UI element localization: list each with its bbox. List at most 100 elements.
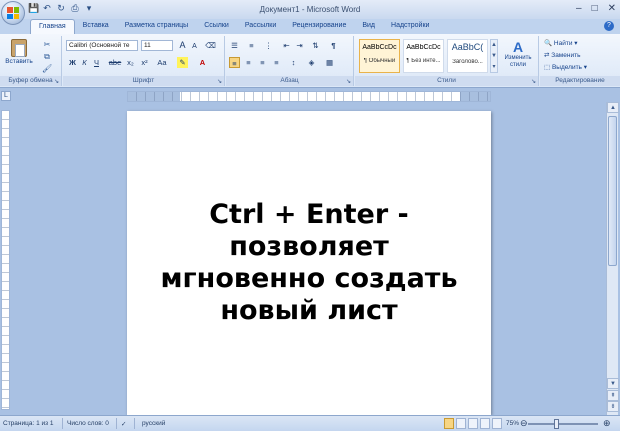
increase-indent-icon[interactable]: ⇥ [294,40,305,51]
office-button[interactable] [1,1,25,25]
minimize-button[interactable]: – [576,3,582,14]
replace-button[interactable]: ⇄ Заменить [544,51,580,59]
change-case-button[interactable]: Aa [155,57,169,68]
horizontal-ruler[interactable] [127,91,491,102]
paragraph-group: ☰ ≡ ⋮ ⇤ ⇥ ⇅ ¶ ≡ ≡ ≡ ≡ ↕ ◈ ▦ Абзац ↘ [226,36,354,86]
tab-insert[interactable]: Вставка [75,19,117,34]
paste-button[interactable]: Вставить [4,38,34,74]
change-styles-label: Изменить [504,55,532,61]
style-name: Заголово... [452,59,483,65]
tab-review[interactable]: Рецензирование [284,19,354,34]
justify-icon[interactable]: ≡ [271,57,282,68]
font-name-select[interactable]: Calibri (Основной те [66,40,138,51]
page-count[interactable]: Страница: 1 из 1 [3,420,54,427]
font-size-select[interactable]: 11 [141,40,173,51]
clear-formatting-icon[interactable]: ⌫ [205,40,216,51]
copy-icon[interactable]: ⧉ [42,52,52,61]
styles-group-label: Стили [355,76,538,86]
ribbon: Вставить ✂ ⧉ 🖌 Буфер обмена ↘ Calibri (О… [0,34,620,88]
align-left-icon[interactable]: ≡ [229,57,240,68]
cut-icon[interactable]: ✂ [42,40,52,49]
decrease-indent-icon[interactable]: ⇤ [281,40,292,51]
style-normal[interactable]: AaBbCcDc ¶ Обычный [359,39,400,73]
text-line: мгновенно создать [160,263,458,294]
zoom-in-icon[interactable]: ⊕ [603,418,611,429]
scroll-thumb[interactable] [608,116,617,266]
shrink-font-button[interactable]: A [189,41,200,52]
numbering-icon[interactable]: ≡ [246,40,257,51]
underline-button[interactable]: Ч [91,57,102,68]
align-right-icon[interactable]: ≡ [257,57,268,68]
multilevel-list-icon[interactable]: ⋮ [263,40,274,51]
vertical-ruler[interactable] [1,110,10,410]
italic-button[interactable]: К [79,57,90,68]
tab-mailings[interactable]: Рассылки [237,19,284,34]
tab-page-layout[interactable]: Разметка страницы [117,19,197,34]
change-styles-icon: A [512,39,524,55]
style-sample: AaBbCcDc [406,44,441,51]
find-button[interactable]: 🔍 Найти ▾ [544,39,578,47]
zoom-slider[interactable] [528,423,598,425]
previous-page-icon[interactable]: ⇞ [607,390,619,401]
maximize-button[interactable]: □ [592,3,598,14]
scroll-up-icon[interactable]: ▲ [607,102,619,113]
help-icon[interactable]: ? [604,21,614,31]
clipboard-group-label: Буфер обмена [0,76,61,86]
line-spacing-icon[interactable]: ↕ [288,57,299,68]
change-styles-button[interactable]: A Изменить стили [501,38,535,76]
style-no-spacing[interactable]: AaBbCcDc ¶ Без инте... [403,39,444,73]
clipboard-icon [11,39,27,57]
print-layout-view-icon[interactable] [444,418,454,429]
grow-font-button[interactable]: A [177,40,188,51]
draft-view-icon[interactable] [492,418,502,429]
tab-references[interactable]: Ссылки [196,19,237,34]
styles-launcher-icon[interactable]: ↘ [531,78,536,85]
tab-view[interactable]: Вид [354,19,383,34]
font-launcher-icon[interactable]: ↘ [217,78,222,85]
binoculars-icon: 🔍 [544,40,554,47]
outline-view-icon[interactable] [480,418,490,429]
document-page[interactable]: Ctrl + Enter - позволяет мгновенно созда… [127,111,491,415]
full-screen-reading-view-icon[interactable] [456,418,466,429]
borders-icon[interactable]: ▦ [324,57,335,68]
font-group: Calibri (Основной те 11 A A ⌫ Ж К Ч abe … [63,36,225,86]
paragraph-launcher-icon[interactable]: ↘ [346,78,351,85]
subscript-button[interactable]: x₂ [125,57,136,68]
ribbon-tabs: Главная Вставка Разметка страницы Ссылки… [0,19,620,34]
format-painter-icon[interactable]: 🖌 [42,64,52,73]
zoom-level[interactable]: 75% [506,420,519,427]
clipboard-launcher-icon[interactable]: ↘ [54,78,59,85]
select-button[interactable]: ⬚ Выделить ▾ [544,63,587,71]
style-sample: AaBbCcDc [362,44,397,51]
bullets-icon[interactable]: ☰ [229,40,240,51]
close-button[interactable]: ✕ [608,3,616,14]
shading-icon[interactable]: ◈ [306,57,317,68]
show-marks-button[interactable]: ¶ [328,40,339,51]
scroll-down-icon[interactable]: ▼ [607,378,619,389]
web-layout-view-icon[interactable] [468,418,478,429]
zoom-slider-handle[interactable] [554,419,559,429]
superscript-button[interactable]: x² [139,57,150,68]
strikethrough-button[interactable]: abe [107,57,123,68]
tab-addins[interactable]: Надстройки [383,19,437,34]
word-count[interactable]: Число слов: 0 [67,420,109,427]
styles-scroll[interactable]: ▲ ▼ ▾ [490,39,498,73]
bold-button[interactable]: Ж [67,57,78,68]
language-indicator[interactable]: русский [142,420,165,427]
font-color-icon[interactable]: A [197,57,208,68]
zoom-out-icon[interactable]: ⊖ [520,418,528,429]
spelling-icon[interactable]: ✓ [121,420,126,428]
tab-home[interactable]: Главная [30,19,75,34]
replace-label: Заменить [551,52,581,59]
ruler-toggle-icon[interactable]: L [1,91,11,101]
style-heading[interactable]: AaBbC( Заголово... [447,39,488,73]
clipboard-group: Вставить ✂ ⧉ 🖌 Буфер обмена ↘ [0,36,62,86]
highlight-icon[interactable]: ✎ [177,57,188,68]
vertical-scrollbar[interactable]: ▲ ▼ ⇞ ⇟ [606,102,619,415]
editing-group: 🔍 Найти ▾ ⇄ Заменить ⬚ Выделить ▾ Редакт… [540,36,620,86]
align-center-icon[interactable]: ≡ [243,57,254,68]
next-page-icon[interactable]: ⇟ [607,401,619,412]
find-label: Найти [553,40,573,47]
sort-icon[interactable]: ⇅ [310,40,321,51]
window-controls: – □ ✕ [576,3,616,14]
